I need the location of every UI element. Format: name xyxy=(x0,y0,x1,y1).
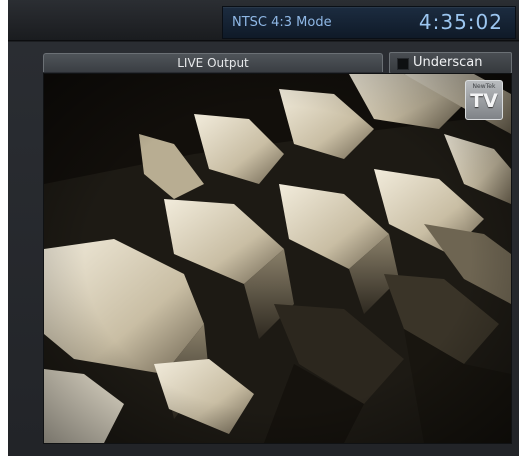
underscan-toggle[interactable]: Underscan xyxy=(389,52,512,74)
clock-display: 4:35:02 xyxy=(418,10,503,34)
live-output-monitor: LIVE Output Underscan NewTek TV xyxy=(8,42,519,456)
top-toolbar: NTSC 4:3 Mode 4:35:02 xyxy=(8,0,519,41)
application-window: NTSC 4:3 Mode 4:35:02 LIVE Output Unders… xyxy=(8,0,519,456)
badge-tv-text: TV xyxy=(470,90,498,112)
monitor-title: LIVE Output xyxy=(43,53,383,72)
tv-logo-badge: NewTek TV xyxy=(465,80,503,120)
underscan-checkbox[interactable] xyxy=(397,58,409,70)
badge-brand-text: NewTek xyxy=(472,83,496,90)
underscan-label: Underscan xyxy=(413,55,483,70)
video-mode-label: NTSC 4:3 Mode xyxy=(232,15,332,30)
video-image xyxy=(44,74,511,443)
status-display: NTSC 4:3 Mode 4:35:02 xyxy=(222,6,516,39)
live-video-preview: NewTek TV xyxy=(43,73,512,444)
